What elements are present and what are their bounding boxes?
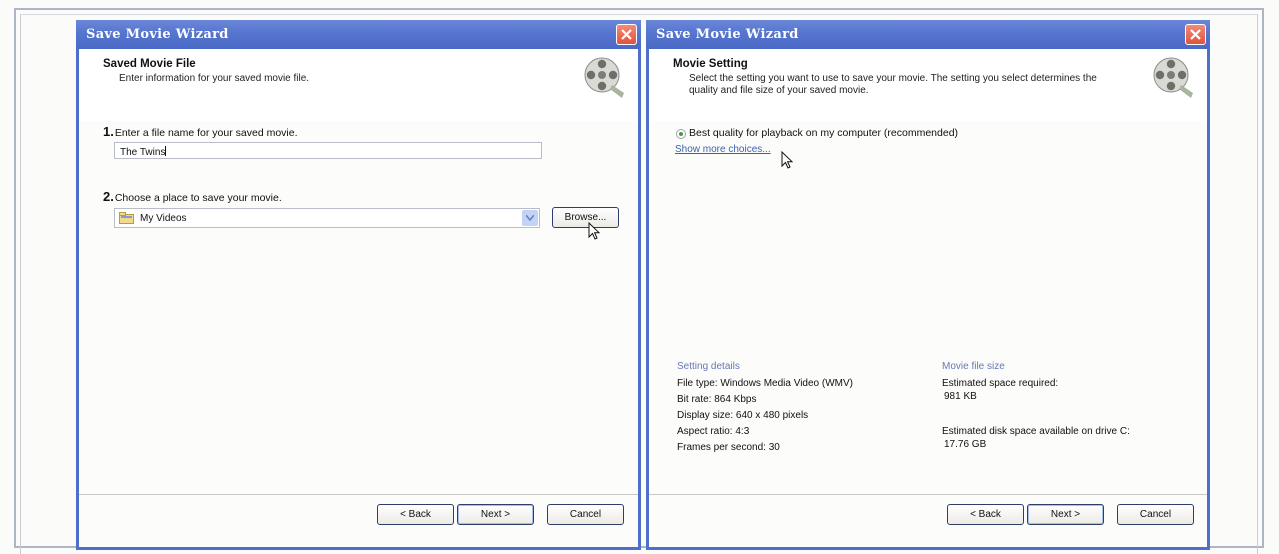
window-title: Save Movie Wizard	[656, 27, 799, 42]
save-movie-file-window: Save Movie Wizard Saved Movie File Enter…	[76, 20, 641, 550]
back-button[interactable]: < Back	[947, 504, 1024, 525]
next-button[interactable]: Next >	[1027, 504, 1104, 525]
movie-setting-window: Save Movie Wizard Movie Setting Select t…	[646, 20, 1210, 550]
back-button[interactable]: < Back	[377, 504, 454, 525]
page-description: Enter information for your saved movie f…	[119, 73, 310, 84]
cancel-button[interactable]: Cancel	[547, 504, 624, 525]
file-type-text: File type: Windows Media Video (WMV)	[677, 378, 853, 389]
page-title: Saved Movie File	[103, 58, 196, 70]
location-value: My Videos	[140, 213, 187, 224]
browse-button[interactable]: Browse...	[552, 207, 619, 228]
bit-rate-text: Bit rate: 864 Kbps	[677, 394, 757, 405]
display-size-text: Display size: 640 x 480 pixels	[677, 410, 809, 421]
page-description: Select the setting you want to use to sa…	[689, 73, 1097, 96]
aspect-ratio-text: Aspect ratio: 4:3	[677, 426, 750, 437]
space-required-value: 981 KB	[944, 391, 977, 402]
footer-divider	[79, 494, 638, 495]
show-more-choices-link[interactable]: Show more choices...	[675, 144, 771, 155]
film-reel-icon	[1153, 57, 1193, 98]
setting-details-heading: Setting details	[677, 361, 740, 372]
wizard-body	[79, 121, 638, 547]
close-icon	[1190, 29, 1201, 40]
page-title: Movie Setting	[673, 58, 748, 70]
wizard-header: Saved Movie File Enter information for y…	[79, 49, 638, 122]
mouse-pointer-icon	[781, 151, 793, 169]
best-quality-label: Best quality for playback on my computer…	[689, 127, 959, 139]
movie-file-size-heading: Movie file size	[942, 361, 1005, 372]
title-bar: Save Movie Wizard	[76, 20, 641, 49]
cancel-button[interactable]: Cancel	[1117, 504, 1194, 525]
location-step-label: 2.Choose a place to save your movie.	[103, 189, 282, 204]
disk-space-value: 17.76 GB	[944, 439, 987, 450]
dropdown-arrow[interactable]	[522, 210, 538, 226]
close-button[interactable]	[616, 24, 637, 45]
window-title: Save Movie Wizard	[86, 27, 229, 42]
frame-rate-text: Frames per second: 30	[677, 442, 780, 453]
footer-divider	[649, 494, 1207, 495]
film-reel-icon	[584, 57, 624, 98]
disk-space-label: Estimated disk space available on drive …	[942, 426, 1130, 437]
close-icon	[621, 29, 632, 40]
best-quality-radio[interactable]	[676, 129, 686, 139]
close-button[interactable]	[1185, 24, 1206, 45]
wizard-body	[649, 121, 1207, 547]
title-bar: Save Movie Wizard	[646, 20, 1210, 49]
next-button[interactable]: Next >	[457, 504, 534, 525]
filename-input[interactable]: The Twins	[114, 142, 542, 159]
space-required-label: Estimated space required:	[942, 378, 1059, 389]
folder-icon	[119, 212, 134, 224]
wizard-header: Movie Setting Select the setting you wan…	[649, 49, 1207, 122]
dropdown-arrow-icon	[526, 215, 534, 221]
mouse-pointer-icon	[588, 222, 600, 240]
filename-step-label: 1.Enter a file name for your saved movie…	[103, 124, 298, 139]
save-location-dropdown[interactable]: My Videos	[114, 208, 540, 228]
